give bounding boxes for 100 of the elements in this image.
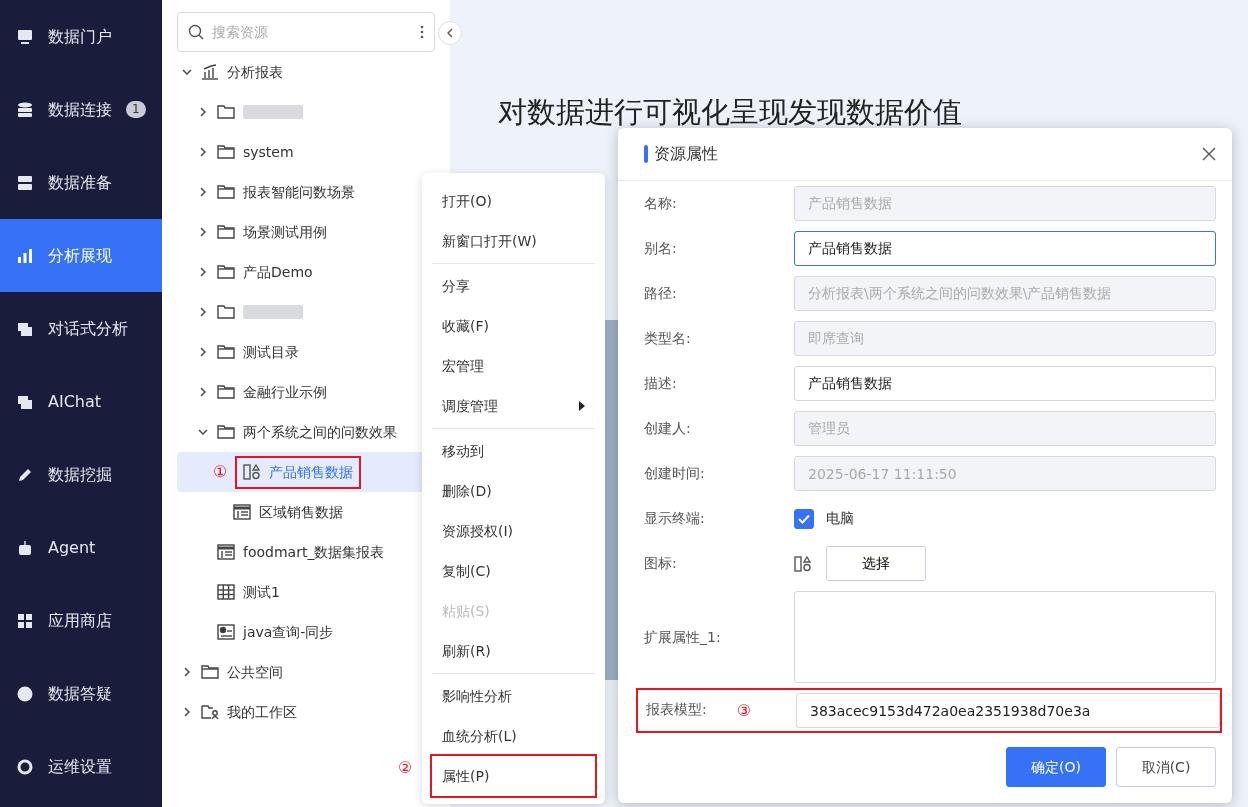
menu-item[interactable]: 资源授权(I): [432, 511, 595, 551]
text-area[interactable]: [794, 591, 1216, 683]
field-label: 描述:: [644, 374, 677, 393]
menu-item[interactable]: 血统分析(L): [432, 716, 595, 756]
shapes-icon: [243, 463, 262, 481]
menu-item[interactable]: 复制(C): [432, 551, 595, 591]
folder-icon: [217, 143, 235, 161]
bar-chart-icon: [16, 246, 34, 265]
tree-item[interactable]: java查询-同步: [177, 612, 435, 652]
database-icon: [16, 100, 34, 119]
close-icon: [1202, 147, 1216, 161]
sidebar-item[interactable]: 对话式分析: [0, 292, 162, 365]
folder-icon: [217, 263, 235, 281]
folder-icon: [217, 303, 235, 321]
folder-icon: [201, 663, 219, 681]
folder-icon: [217, 223, 235, 241]
select-button[interactable]: 选择: [826, 546, 926, 581]
folder-icon: [217, 343, 235, 361]
menu-item[interactable]: 刷新(R): [432, 631, 595, 671]
field-label: 创建人:: [644, 419, 691, 438]
tree-item[interactable]: 产品Demo: [177, 252, 435, 292]
sidebar-item[interactable]: AIChat: [0, 365, 162, 438]
title-accent: [644, 145, 648, 163]
server-icon: [16, 173, 34, 192]
grid-icon: [16, 611, 34, 630]
tree-item[interactable]: foodmart_数据集报表: [177, 532, 435, 572]
tree-item[interactable]: 两个系统之间的问数效果: [177, 412, 435, 452]
tree-item[interactable]: 我的工作区: [177, 692, 435, 732]
annotation-number: ②: [398, 757, 413, 779]
sidebar-item[interactable]: 数据准备: [0, 146, 162, 219]
field-label: 名称:: [644, 194, 677, 213]
item-label: 产品销售数据: [269, 462, 354, 482]
menu-item[interactable]: 影响性分析: [432, 676, 595, 716]
dialog-title: 资源属性: [654, 143, 718, 165]
blurred-label: [243, 305, 303, 319]
field-label: 路径:: [644, 284, 677, 303]
menu-item[interactable]: 打开(O): [432, 181, 595, 221]
blurred-label: [243, 105, 303, 119]
checkbox[interactable]: [794, 508, 814, 529]
field-label: 别名:: [644, 239, 677, 258]
search-field[interactable]: 搜索资源: [177, 12, 435, 52]
sidebar-item[interactable]: 数据门户: [0, 0, 162, 73]
field-label: 报表模型:: [646, 699, 707, 719]
annotation-number: ①: [213, 461, 228, 483]
menu-item[interactable]: 收藏(F): [432, 306, 595, 346]
folder-icon: [217, 183, 235, 201]
menu-item[interactable]: 删除(D): [432, 471, 595, 511]
folder-icon: [217, 103, 235, 121]
check-icon: [798, 513, 810, 524]
field-label: 创建时间:: [644, 464, 705, 483]
field-label: 显示终端:: [644, 509, 705, 528]
annotation-number: ③: [736, 699, 752, 722]
menu-item[interactable]: 属性(P): [432, 756, 595, 796]
report-icon: [217, 543, 235, 561]
dashboard-icon: [217, 623, 235, 641]
tree-item[interactable]: 场景测试用例: [177, 212, 435, 252]
monitor-icon: [16, 27, 34, 46]
menu-item[interactable]: 移动到: [432, 431, 595, 471]
folder-icon: [217, 383, 235, 401]
checkbox-label: 电脑: [826, 509, 854, 528]
sidebar-item[interactable]: 数据挖掘: [0, 438, 162, 511]
tree-item[interactable]: 公共空间: [177, 652, 435, 692]
input-field[interactable]: 产品销售数据: [794, 366, 1216, 401]
menu-item[interactable]: 新窗口打开(W): [432, 221, 595, 261]
input-field[interactable]: 产品销售数据: [794, 231, 1216, 266]
tree-item[interactable]: 金融行业示例: [177, 372, 435, 412]
sidebar-item[interactable]: Agent: [0, 511, 162, 584]
bar-chart-icon: [201, 63, 219, 81]
menu-item[interactable]: 宏管理: [432, 346, 595, 386]
menu-item[interactable]: 分享: [432, 266, 595, 306]
sidebar-item[interactable]: 分析展现: [0, 219, 162, 292]
search-icon: [188, 24, 204, 40]
table-icon: [217, 583, 235, 601]
sidebar-item[interactable]: 数据答疑: [0, 657, 162, 730]
tree-item[interactable]: 测试1: [177, 572, 435, 612]
confirm-button[interactable]: 确定(O): [1006, 747, 1106, 787]
report-icon: [233, 503, 251, 521]
collapse-button[interactable]: [438, 21, 462, 45]
chevron-left-icon: [446, 28, 454, 38]
page-heading: 对数据进行可视化呈现发现数据价值: [498, 95, 963, 130]
user-folder-icon: [201, 703, 219, 721]
menu-item[interactable]: 调度管理: [432, 386, 595, 426]
tree-item[interactable]: 区域销售数据: [177, 492, 435, 532]
more-icon: [420, 24, 424, 40]
count-badge: 1: [126, 101, 146, 118]
sidebar-item[interactable]: 运维设置: [0, 730, 162, 803]
tree-item[interactable]: 分析报表: [177, 52, 435, 92]
field-label: 图标:: [644, 554, 677, 573]
sidebar-item[interactable]: 应用商店: [0, 584, 162, 657]
cancel-button[interactable]: 取消(C): [1116, 747, 1216, 787]
input-field[interactable]: 383acec9153d472a0ea2351938d70e3a: [796, 693, 1220, 728]
robot-icon: [16, 538, 34, 557]
tree-item[interactable]: 测试目录: [177, 332, 435, 372]
folder-icon: [217, 423, 235, 441]
tree-item[interactable]: 报表智能问数场景: [177, 172, 435, 212]
sidebar-item[interactable]: 数据连接 1: [0, 73, 162, 146]
tree-item[interactable]: system: [177, 132, 435, 172]
field-label: 类型名:: [644, 329, 691, 348]
shapes-icon: [794, 554, 812, 573]
field-label: 扩展属性_1:: [644, 627, 721, 647]
